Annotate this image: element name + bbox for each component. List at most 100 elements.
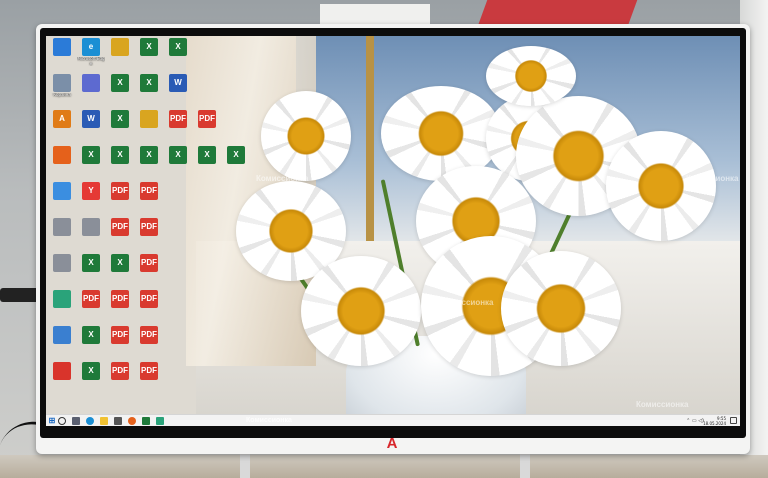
desktop-icon[interactable]: X — [164, 38, 192, 70]
desktop-icon[interactable] — [48, 146, 76, 178]
desktop-icon-label — [48, 165, 76, 174]
desktop-icon-glyph-icon — [53, 182, 71, 200]
desktop-screen[interactable]: Комиссионка Комиссионка Комиссионка Коми… — [46, 36, 740, 426]
desktop-icon-glyph-icon: PDF — [140, 362, 158, 380]
desktop-icon-label: Корзина — [53, 93, 71, 97]
desktop-icon-label — [135, 273, 163, 282]
desktop-icon[interactable]: e Microsoft Edge — [77, 38, 105, 70]
watermark: Комиссионка — [686, 174, 739, 183]
desktop-icon[interactable]: X — [106, 110, 134, 142]
edge-icon[interactable] — [86, 417, 94, 425]
desktop-icon-label — [77, 381, 105, 390]
app-taskbar-icon[interactable] — [156, 417, 164, 425]
desktop-icon-glyph-icon: X — [198, 146, 216, 164]
store-icon[interactable] — [114, 417, 122, 425]
desktop-icon[interactable] — [48, 362, 76, 394]
taskbar-clock[interactable]: 9:55 18.05.2024 — [703, 416, 726, 426]
desktop-icon-label — [106, 129, 134, 138]
desktop-icon[interactable]: X — [106, 254, 134, 286]
desktop-icon[interactable]: PDF — [135, 182, 163, 214]
desktop-icon[interactable]: X — [135, 38, 163, 70]
desktop-icon[interactable]: PDF — [135, 254, 163, 286]
desktop-icon[interactable]: PDF — [106, 182, 134, 214]
file-explorer-icon[interactable] — [100, 417, 108, 425]
desktop-icon-label — [77, 165, 105, 174]
desktop-icon-glyph-icon: PDF — [111, 326, 129, 344]
desktop-icon-label — [106, 201, 134, 210]
desktop-icon[interactable] — [48, 218, 76, 250]
system-tray[interactable]: ⌃ ▭ ◁) — [686, 418, 704, 424]
desktop-icon-label — [48, 57, 76, 66]
desktop-icon-label — [135, 57, 163, 66]
notification-icon[interactable] — [730, 417, 737, 424]
desktop-icon-glyph-icon: X — [227, 146, 245, 164]
wallpaper-daisy — [486, 46, 576, 106]
desktop-icon-glyph-icon: X — [111, 110, 129, 128]
desktop-icon[interactable]: X — [77, 254, 105, 286]
desktop-icon[interactable]: X — [106, 74, 134, 106]
desktop-icon[interactable]: X — [135, 74, 163, 106]
firefox-icon[interactable] — [128, 417, 136, 425]
desktop-icon-label — [48, 309, 76, 318]
desktop-icon[interactable]: PDF — [135, 218, 163, 250]
desktop-icon[interactable]: X — [193, 146, 221, 178]
desktop-icon-label — [193, 129, 221, 138]
desktop-icon-glyph-icon: X — [111, 146, 129, 164]
desktop-icon[interactable]: PDF — [106, 362, 134, 394]
desktop-icon[interactable]: Корзина — [48, 74, 76, 106]
desktop-icon[interactable]: X — [77, 326, 105, 358]
desktop-icon[interactable] — [77, 218, 105, 250]
watermark: Комиссионка — [256, 174, 309, 183]
desktop-icon[interactable]: PDF — [106, 290, 134, 322]
desktop-icon[interactable]: PDF — [135, 290, 163, 322]
desktop-icon[interactable]: X — [222, 146, 250, 178]
desktop-icon-label — [193, 165, 221, 174]
desktop-icon[interactable]: W — [77, 110, 105, 142]
desktop-icon-glyph-icon: PDF — [82, 290, 100, 308]
start-button[interactable]: ⊞ — [48, 417, 56, 425]
desktop-icon-glyph-icon: X — [140, 74, 158, 92]
desktop-icon-glyph-icon — [53, 218, 71, 236]
desktop-icon[interactable]: X — [135, 146, 163, 178]
desktop-icon-label — [135, 345, 163, 354]
desktop-icon[interactable]: PDF — [106, 326, 134, 358]
desktop-icon[interactable] — [48, 38, 76, 70]
wallpaper-window-frame — [366, 36, 374, 246]
desktop-icon-label — [48, 273, 76, 282]
desktop-icon-glyph-icon: W — [82, 110, 100, 128]
desktop-icon-glyph-icon: PDF — [140, 254, 158, 272]
watermark: Комиссионка — [441, 298, 494, 307]
desktop-icon[interactable] — [48, 182, 76, 214]
desktop-icon[interactable] — [77, 74, 105, 106]
desktop-icon[interactable]: PDF — [135, 326, 163, 358]
desktop-icon[interactable] — [48, 254, 76, 286]
desktop-icon[interactable] — [48, 326, 76, 358]
desktop-icon[interactable]: PDF — [193, 110, 221, 142]
desktop-icon-glyph-icon: PDF — [198, 110, 216, 128]
desktop-icon[interactable]: X — [77, 362, 105, 394]
desktop-icon-glyph-icon: PDF — [111, 182, 129, 200]
desktop-icon[interactable] — [106, 38, 134, 70]
desktop-icon-glyph-icon: PDF — [111, 290, 129, 308]
desktop-icon-label — [106, 237, 134, 246]
desktop-icon[interactable] — [135, 110, 163, 142]
desktop-icon-glyph-icon: X — [82, 326, 100, 344]
desktop-icon[interactable]: X — [106, 146, 134, 178]
desktop-icon[interactable]: W — [164, 74, 192, 106]
desktop-icon-label — [48, 201, 76, 210]
desktop-icon[interactable]: X — [164, 146, 192, 178]
excel-taskbar-icon[interactable] — [142, 417, 150, 425]
desktop-icon-glyph-icon: X — [140, 38, 158, 56]
desktop-icon[interactable]: PDF — [135, 362, 163, 394]
desktop-icon-label: Microsoft Edge — [77, 57, 105, 66]
desktop-icon[interactable]: A — [48, 110, 76, 142]
desktop-icon[interactable]: X — [77, 146, 105, 178]
desktop-icon[interactable]: Y — [77, 182, 105, 214]
desktop-icon-glyph-icon: W — [169, 74, 187, 92]
desktop-icon[interactable]: PDF — [164, 110, 192, 142]
desktop-icon[interactable]: PDF — [77, 290, 105, 322]
task-view-icon[interactable] — [72, 417, 80, 425]
desktop-icon[interactable]: PDF — [106, 218, 134, 250]
desktop-icon[interactable] — [48, 290, 76, 322]
search-icon[interactable] — [58, 417, 66, 425]
